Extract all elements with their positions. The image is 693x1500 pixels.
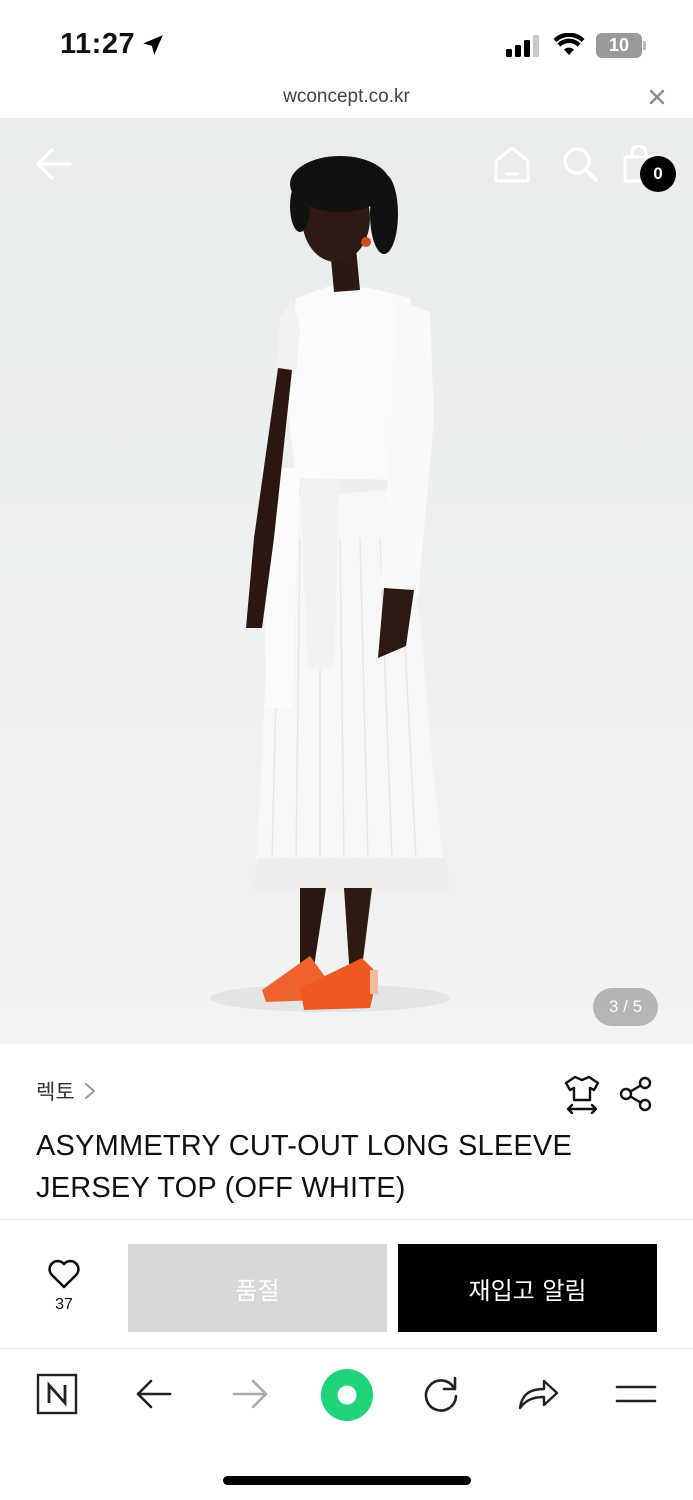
home-icon[interactable] [492, 144, 532, 184]
product-title: ASYMMETRY CUT-OUT LONG SLEEVE JERSEY TOP… [36, 1130, 572, 1204]
product-photo [210, 156, 450, 1012]
status-bar: 11:27 10 [0, 0, 693, 86]
heart-icon [48, 1259, 80, 1289]
battery-cap [643, 41, 646, 50]
naver-icon[interactable] [36, 1373, 78, 1415]
divider [0, 1348, 693, 1349]
cart-count-badge: 0 [640, 156, 676, 192]
battery-indicator: 10 [596, 33, 646, 58]
search-icon[interactable] [561, 145, 599, 183]
image-counter: 3 / 5 [593, 988, 658, 1026]
share-icon[interactable] [618, 1076, 654, 1112]
location-arrow-icon [143, 35, 163, 55]
home-indicator[interactable] [223, 1476, 471, 1485]
cellular-signal-icon [506, 35, 539, 57]
share-arrow-icon[interactable] [516, 1370, 560, 1418]
brand-name: 렉토 [36, 1081, 75, 1104]
back-arrow-icon[interactable] [34, 146, 74, 182]
close-icon[interactable] [648, 88, 666, 106]
like-button[interactable]: 37 [36, 1258, 92, 1324]
product-image-gallery[interactable]: 0 3 / 5 [0, 118, 693, 1044]
chevron-right-icon [84, 1083, 95, 1099]
brand-link[interactable]: 렉토 [36, 1074, 97, 1108]
like-count: 37 [55, 1296, 73, 1313]
back-icon[interactable] [134, 1370, 174, 1418]
restock-alert-button[interactable]: 재입고 알림 [398, 1244, 657, 1332]
url-domain[interactable]: wconcept.co.kr [0, 86, 693, 108]
soldout-button[interactable]: 품절 [128, 1244, 387, 1332]
green-dot-icon[interactable] [320, 1368, 374, 1422]
status-time: 11:27 [60, 28, 136, 60]
menu-icon[interactable] [614, 1370, 658, 1418]
wifi-icon [553, 33, 585, 55]
reload-icon[interactable] [420, 1370, 462, 1418]
battery-level: 10 [596, 33, 642, 58]
divider [0, 1219, 693, 1220]
forward-icon[interactable] [230, 1370, 270, 1418]
size-guide-icon[interactable] [562, 1074, 602, 1114]
